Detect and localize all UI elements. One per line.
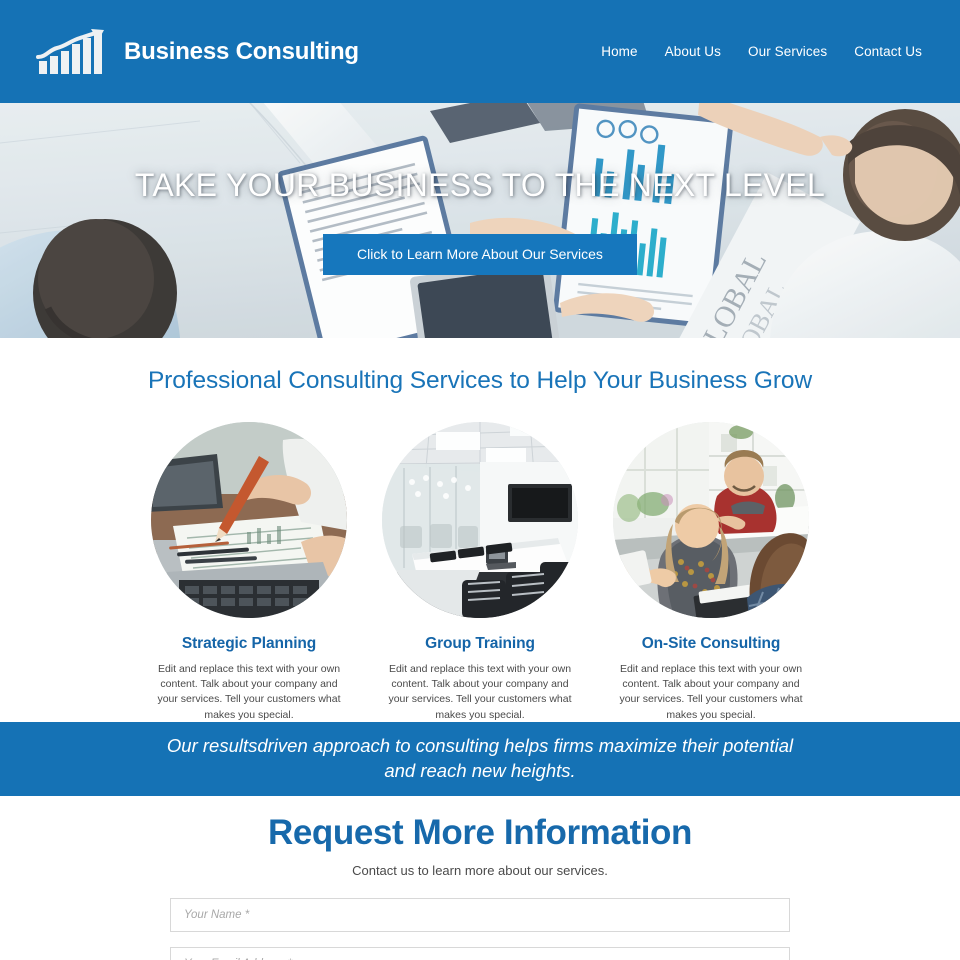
nav-item-contact-us[interactable]: Contact Us	[854, 44, 922, 59]
contact-subheading: Contact us to learn more about our servi…	[352, 863, 608, 878]
email-input[interactable]	[170, 947, 790, 960]
services-heading: Professional Consulting Services to Help…	[147, 367, 813, 394]
services-section: Professional Consulting Services to Help…	[0, 338, 960, 722]
service-card-on-site-consulting[interactable]: On-Site Consulting Edit and replace this…	[609, 422, 814, 723]
bar-chart-growth-icon	[36, 28, 110, 76]
hero-cta-button[interactable]: Click to Learn More About Our Services	[323, 234, 637, 275]
service-card-group-training[interactable]: Group Training Edit and replace this tex…	[378, 422, 583, 723]
nav-item-about-us[interactable]: About Us	[665, 44, 721, 59]
contact-form	[170, 898, 790, 960]
service-card-title: Group Training	[425, 635, 535, 652]
quote-banner-text: Our resultsdriven approach to consulting…	[166, 735, 794, 781]
site-header: Business Consulting Home About Us Our Se…	[0, 0, 960, 103]
contact-section: Request More Information Contact us to l…	[0, 796, 960, 960]
nav-item-home[interactable]: Home	[601, 44, 637, 59]
brand-name: Business Consulting	[124, 37, 359, 65]
service-card-image-strategic-planning	[151, 422, 347, 618]
service-card-text: Edit and replace this text with your own…	[619, 663, 803, 721]
brand-logo[interactable]: Business Consulting	[36, 28, 359, 76]
hero-section: GLOBAL GLOBAL TAKE YOUR BUSINESS TO THE …	[0, 103, 960, 338]
services-card-list: Strategic Planning Edit and replace this…	[0, 422, 960, 723]
name-input[interactable]	[170, 898, 790, 932]
service-card-image-on-site-consulting	[613, 422, 809, 618]
service-card-image-group-training	[382, 422, 578, 618]
service-card-text: Edit and replace this text with your own…	[157, 663, 341, 721]
service-card-title: Strategic Planning	[181, 635, 317, 652]
main-navigation: Home About Us Our Services Contact Us	[601, 44, 924, 59]
hero-content: TAKE YOUR BUSINESS TO THE NEXT LEVEL Cli…	[0, 103, 960, 338]
contact-heading: Request More Information	[267, 813, 693, 852]
service-card-title: On-Site Consulting	[641, 635, 781, 652]
nav-item-our-services[interactable]: Our Services	[748, 44, 827, 59]
service-card-text: Edit and replace this text with your own…	[388, 663, 572, 721]
service-card-strategic-planning[interactable]: Strategic Planning Edit and replace this…	[147, 422, 352, 723]
hero-title: TAKE YOUR BUSINESS TO THE NEXT LEVEL	[134, 167, 826, 203]
quote-banner: Our resultsdriven approach to consulting…	[0, 722, 960, 796]
